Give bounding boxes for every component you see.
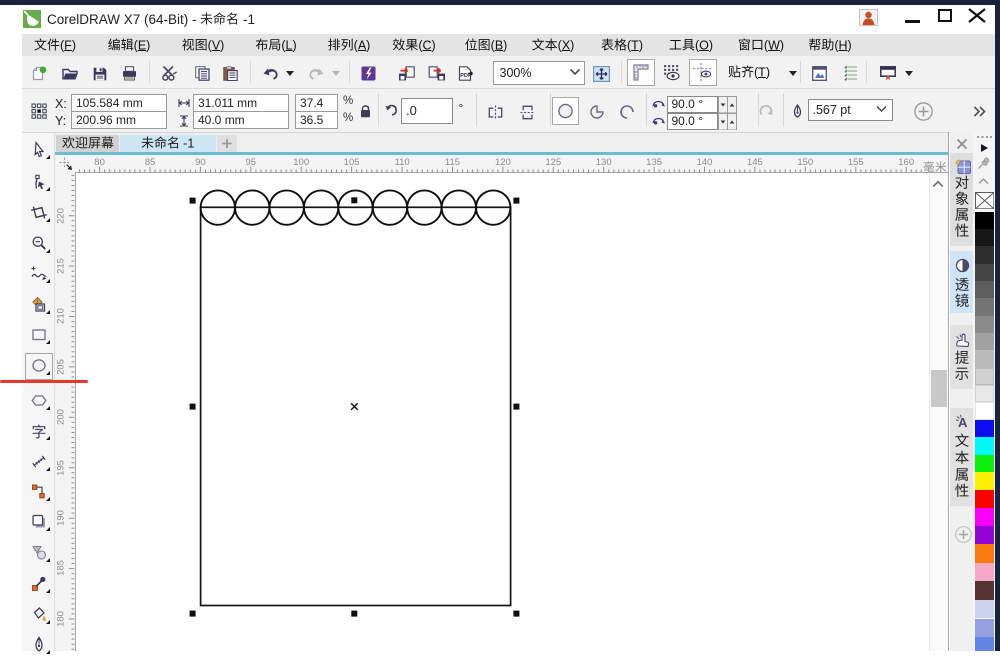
- svg-text:A: A: [958, 415, 968, 429]
